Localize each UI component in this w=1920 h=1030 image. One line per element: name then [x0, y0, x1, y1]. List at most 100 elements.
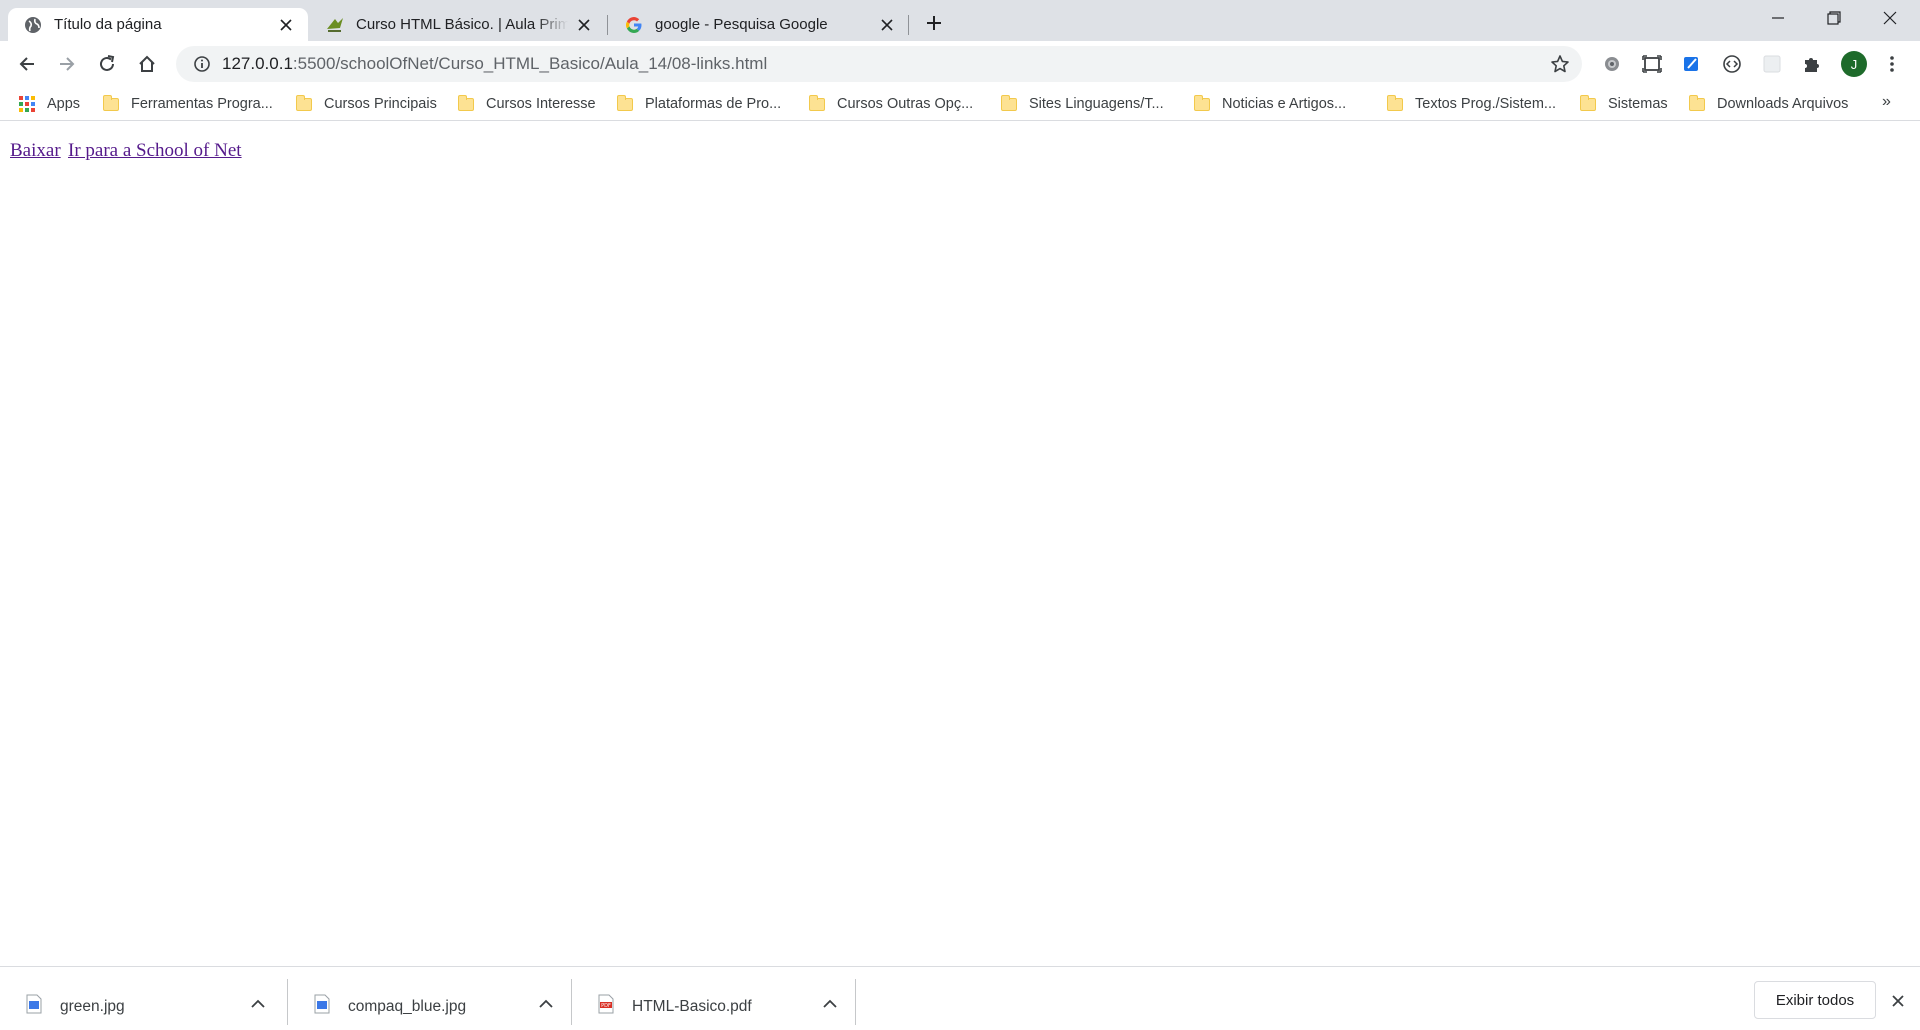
bookmark-folder[interactable]: Sites Linguagens/T...	[1001, 93, 1164, 115]
bookmark-star-icon[interactable]	[1548, 52, 1572, 76]
site-info-icon[interactable]	[184, 46, 220, 82]
close-icon	[1892, 995, 1904, 1007]
tab-strip: Título da página Curso HTML Básico. | Au…	[0, 0, 1920, 41]
svg-text:PDF: PDF	[601, 1003, 611, 1009]
download-filename: HTML-Basico.pdf	[632, 998, 752, 1015]
close-icon	[1883, 11, 1897, 25]
download-item[interactable]: green.jpg	[0, 981, 284, 1027]
folder-icon	[1689, 94, 1705, 111]
address-bar[interactable]: 127.0.0.1:5500/schoolOfNet/Curso_HTML_Ba…	[176, 46, 1582, 82]
bookmark-folder[interactable]: Textos Prog./Sistem...	[1387, 93, 1556, 115]
url-host: 127.0.0.1	[222, 54, 293, 73]
chevron-up-icon[interactable]	[534, 992, 558, 1016]
google-icon	[624, 15, 644, 35]
tab-google-search[interactable]: google - Pesquisa Google	[609, 8, 909, 41]
bookmark-label: Noticias e Artigos...	[1222, 96, 1347, 112]
chevron-up-icon[interactable]	[818, 992, 842, 1016]
back-arrow-icon	[19, 57, 34, 71]
tab-separator	[607, 15, 608, 35]
bookmark-label: Apps	[47, 96, 81, 112]
download-item[interactable]: compaq_blue.jpg	[288, 981, 572, 1027]
restore-icon	[1827, 11, 1841, 25]
download-item[interactable]: PDF HTML-Basico.pdf	[572, 981, 856, 1027]
image-file-icon	[314, 994, 330, 1014]
image-file-icon	[26, 994, 42, 1014]
toolbar: 127.0.0.1:5500/schoolOfNet/Curso_HTML_Ba…	[0, 41, 1920, 87]
folder-icon	[809, 94, 825, 111]
menu-kebab-icon[interactable]	[1880, 52, 1904, 76]
bookmark-folder[interactable]: Plataformas de Pro...	[617, 93, 781, 115]
bookmark-folder[interactable]: Cursos Outras Opç...	[809, 93, 973, 115]
bookmark-folder[interactable]: Ferramentas Progra...	[103, 93, 273, 115]
minimize-button[interactable]	[1750, 0, 1806, 36]
puzzle-extensions-icon[interactable]	[1800, 52, 1824, 76]
bookmark-label: Sites Linguagens/T...	[1029, 96, 1164, 112]
restore-button[interactable]	[1806, 0, 1862, 36]
bookmark-folder[interactable]: Sistemas	[1580, 93, 1668, 115]
bookmark-folder[interactable]: Downloads Arquivos	[1689, 93, 1848, 115]
placeholder-extension-icon[interactable]	[1760, 52, 1784, 76]
folder-icon	[296, 94, 312, 111]
show-all-downloads-button[interactable]: Exibir todos	[1754, 981, 1876, 1019]
folder-icon	[103, 94, 119, 111]
folder-icon	[1001, 94, 1017, 111]
tab-title: Curso HTML Básico. | Aula Primeira	[356, 16, 568, 33]
reload-icon	[100, 55, 115, 71]
url-text: 127.0.0.1:5500/schoolOfNet/Curso_HTML_Ba…	[222, 54, 767, 74]
bookmark-label: Cursos Interesse	[486, 96, 596, 112]
tab-separator	[908, 15, 909, 35]
tab-title: Título da página	[54, 16, 162, 33]
profile-avatar[interactable]: J	[1841, 51, 1867, 77]
bookmark-folder[interactable]: Cursos Interesse	[458, 93, 596, 115]
school-of-net-link[interactable]: Ir para a School of Net	[68, 140, 242, 162]
folder-icon	[1194, 94, 1210, 111]
code-extension-icon[interactable]	[1720, 52, 1744, 76]
url-path: :5500/schoolOfNet/Curso_HTML_Basico/Aula…	[292, 54, 768, 73]
tab-close-icon[interactable]	[276, 15, 296, 35]
forward-arrow-icon	[60, 57, 75, 71]
folder-icon	[1387, 94, 1403, 111]
gear-extension-icon[interactable]	[1600, 52, 1624, 76]
bookmark-label: Cursos Principais	[324, 96, 437, 112]
tab-close-icon[interactable]	[877, 15, 897, 35]
close-shelf-button[interactable]	[1886, 989, 1910, 1013]
pdf-file-icon: PDF	[598, 994, 614, 1014]
bookmark-label: Ferramentas Progra...	[131, 96, 273, 112]
download-link[interactable]: Baixar	[10, 140, 61, 162]
tab-close-icon[interactable]	[574, 15, 594, 35]
folder-icon	[1580, 94, 1596, 111]
download-filename: green.jpg	[60, 998, 125, 1015]
forward-button[interactable]	[51, 48, 83, 80]
translate-extension-icon[interactable]	[1680, 52, 1704, 76]
tab-title: google - Pesquisa Google	[655, 16, 828, 33]
chevron-up-icon[interactable]	[246, 992, 270, 1016]
bookmark-label: Plataformas de Pro...	[645, 96, 782, 112]
bookmark-label: Downloads Arquivos	[1717, 96, 1849, 112]
apps-grid-icon	[19, 96, 35, 112]
bookmark-label: Sistemas	[1608, 96, 1668, 112]
download-shelf: green.jpg compaq_blue.jpg PDF HTML-Basic…	[0, 966, 1920, 1030]
home-button[interactable]	[131, 48, 163, 80]
tab-page-title[interactable]: Título da página	[8, 8, 308, 41]
close-window-button[interactable]	[1862, 0, 1918, 36]
folder-icon	[617, 94, 633, 111]
new-tab-button[interactable]	[920, 9, 948, 37]
bookmark-label: Textos Prog./Sistem...	[1415, 96, 1557, 112]
back-button[interactable]	[11, 48, 43, 80]
download-filename: compaq_blue.jpg	[348, 998, 467, 1015]
screen-capture-icon[interactable]	[1640, 52, 1664, 76]
bookmarks-bar: Apps Ferramentas Progra... Cursos Princi…	[0, 87, 1920, 121]
home-icon	[139, 55, 155, 72]
course-icon	[325, 15, 345, 35]
bookmark-folder[interactable]: Cursos Principais	[296, 93, 437, 115]
bookmarks-overflow-button[interactable]: »	[1882, 93, 1891, 111]
tab-curso-html[interactable]: Curso HTML Básico. | Aula Primeira	[310, 8, 606, 41]
globe-icon	[23, 15, 43, 35]
page-content: Baixar Ir para a School of Net	[0, 122, 1920, 966]
bookmark-apps[interactable]: Apps	[19, 93, 80, 115]
bookmark-folder[interactable]: Noticias e Artigos...	[1194, 93, 1346, 115]
reload-button[interactable]	[91, 48, 123, 80]
folder-icon	[458, 94, 474, 111]
plus-icon	[927, 16, 941, 30]
download-separator	[855, 979, 856, 1025]
